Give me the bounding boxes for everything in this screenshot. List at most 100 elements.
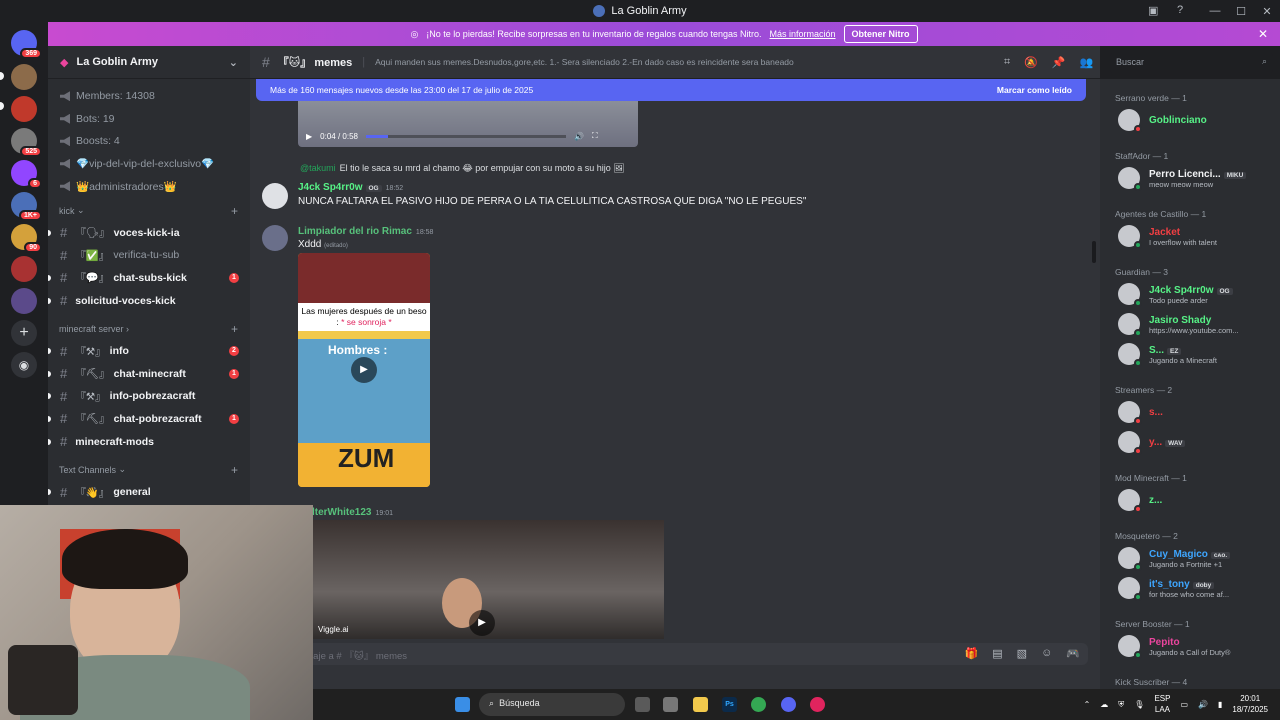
add-channel-icon[interactable]: + — [231, 204, 238, 218]
member-list-icon[interactable]: 👥 — [1080, 56, 1094, 69]
member-row[interactable]: Cuy_Magico ᴄᴀᴏ. Jugando a Fortnite +1 — [1118, 547, 1231, 571]
channel-voces-kick-ia[interactable]: # 『🗣』 voces-kick-ia — [48, 222, 250, 245]
member-row[interactable]: s... — [1118, 401, 1163, 425]
server-icon-2[interactable] — [11, 96, 37, 122]
member-row[interactable]: J4ck Sp4rr0w OG Todo puede arder — [1118, 283, 1233, 307]
message-author[interactable]: J4ck Sp4rr0w — [298, 182, 363, 193]
member-row[interactable]: Jasiro Shady https://www.youtube.com... — [1118, 313, 1239, 337]
member-row[interactable]: S... EZ Jugando a Minecraft — [1118, 343, 1217, 367]
member-row[interactable]: Pepito Jugando a Call of Duty® — [1118, 635, 1230, 659]
server-icon-goblin[interactable]: 1K+ — [11, 192, 42, 221]
search-input[interactable]: Buscar ⌕ — [1110, 53, 1273, 73]
discord-icon[interactable] — [781, 697, 796, 712]
scrollbar-thumb[interactable] — [1092, 241, 1096, 263]
minimize-button[interactable]: — — [1202, 5, 1228, 17]
sticker-icon[interactable]: ▧ — [1017, 647, 1027, 660]
member-row[interactable]: Perro Licenci... MIKU meow meow meow — [1118, 167, 1247, 191]
twitch-server-icon[interactable]: 6 — [11, 160, 42, 189]
server-icon-6[interactable] — [11, 256, 37, 282]
add-channel-icon[interactable]: + — [231, 322, 238, 336]
stat-members[interactable]: Members: 14308 — [48, 85, 250, 108]
discover-icon[interactable]: ◉ — [11, 352, 37, 378]
onedrive-icon[interactable]: ☁ — [1100, 700, 1108, 709]
get-nitro-button[interactable]: Obtener Nitro — [843, 25, 918, 43]
threads-icon[interactable]: ⌗ — [1004, 56, 1010, 69]
play-icon[interactable]: ▶ — [469, 610, 495, 636]
mark-as-read-button[interactable]: Marcar como leído — [997, 85, 1072, 95]
voice-vip[interactable]: 💎vip-del-vip-del-exclusivo💎 — [48, 153, 250, 176]
notifications-muted-icon[interactable]: 🔕 — [1024, 56, 1038, 69]
inbox-icon[interactable]: ▣ — [1148, 4, 1158, 17]
category-minecraft[interactable]: minecraft server › + — [48, 318, 250, 340]
network-icon[interactable]: ▭ — [1180, 700, 1188, 709]
volume-icon[interactable]: 🔊 — [574, 132, 584, 141]
battery-icon[interactable]: ▮ — [1218, 700, 1222, 709]
app-icon[interactable] — [663, 697, 678, 712]
server-icon-3[interactable]: 525 — [11, 128, 42, 157]
member-row[interactable]: Goblinciano — [1118, 109, 1207, 133]
play-icon[interactable]: ▶ — [306, 132, 312, 141]
member-row[interactable]: Jacket I overflow with talent — [1118, 225, 1217, 249]
gif-icon[interactable]: ▤ — [992, 647, 1002, 660]
message-author[interactable]: lterWhite123 — [312, 507, 371, 518]
language-indicator[interactable]: ESP LAA — [1154, 694, 1170, 715]
mic-icon[interactable]: 🎙 — [1134, 700, 1144, 709]
message-author[interactable]: Limpiador del rio Rimac — [298, 226, 412, 237]
pin-icon[interactable]: 📌 — [1052, 56, 1066, 69]
gift-icon[interactable]: 🎁 — [965, 647, 979, 660]
stat-boosts[interactable]: Boosts: 4 — [48, 130, 250, 153]
channel-verifica-tu-sub[interactable]: # 『✅』 verifica-tu-sub — [48, 244, 250, 267]
taskbar-search[interactable]: ⌕ Búsqueda — [479, 693, 625, 716]
member-row[interactable]: it's_tony doby for those who come af... — [1118, 577, 1229, 601]
start-icon[interactable] — [455, 697, 470, 712]
server-icon-7[interactable] — [11, 288, 37, 314]
server-icon-1[interactable] — [11, 64, 37, 90]
channel-chat-subs-kick[interactable]: # 『💬』 chat-subs-kick 1 — [48, 267, 250, 290]
play-icon[interactable]: ▶ — [351, 357, 377, 383]
channel-chat-minecraft[interactable]: # 『⛏』 chat-minecraft 1 — [48, 362, 250, 385]
reply-preview[interactable]: @takumi El tio le saca su mrd al chamo 😂… — [300, 163, 625, 174]
video-attachment[interactable]: ▶ 0:04 / 0:58 🔊 ⛶ — [298, 101, 638, 147]
server-icon-5[interactable]: 90 — [11, 224, 42, 253]
chevron-up-icon[interactable]: ⌃ — [1084, 700, 1091, 709]
help-icon[interactable]: ? — [1177, 4, 1183, 16]
member-row[interactable]: y... WAV — [1118, 431, 1186, 455]
task-view-icon[interactable] — [635, 697, 650, 712]
emoji-icon[interactable]: ☺ — [1041, 647, 1052, 660]
volume-icon[interactable]: 🔊 — [1198, 700, 1208, 709]
server-header[interactable]: ◆ La Goblin Army ⌄ — [48, 46, 250, 79]
voice-admins[interactable]: 👑administradores👑 — [48, 175, 250, 198]
fullscreen-icon[interactable]: ⛶ — [592, 131, 598, 141]
gif-attachment[interactable]: Las mujeres después de un beso : * se so… — [298, 253, 430, 487]
channel-info-pobrezacraft[interactable]: # 『⚒』 info-pobrezacraft — [48, 385, 250, 408]
add-channel-icon[interactable]: + — [231, 463, 238, 477]
activity-icon[interactable]: 🎮 — [1066, 647, 1080, 660]
stat-bots[interactable]: Bots: 19 — [48, 108, 250, 131]
app-icon-red[interactable] — [810, 697, 825, 712]
photoshop-icon[interactable]: Ps — [722, 697, 737, 712]
channel-solicitud-voces-kick[interactable]: # solicitud-voces-kick — [48, 289, 250, 312]
category-text-channels[interactable]: Text Channels ⌄ + — [48, 459, 250, 481]
close-icon[interactable]: ✕ — [1258, 27, 1268, 41]
video-progress-bar[interactable] — [365, 134, 566, 138]
security-icon[interactable]: ⛨ — [1118, 700, 1124, 710]
maximize-button[interactable]: ☐ — [1228, 5, 1254, 18]
video-attachment[interactable]: Viggle.ai ▶ — [312, 520, 664, 639]
close-window-button[interactable]: ✕ — [1254, 5, 1280, 18]
avatar[interactable] — [262, 225, 288, 251]
channel-minecraft-mods[interactable]: # minecraft-mods — [48, 430, 250, 453]
avatar[interactable] — [262, 183, 288, 209]
clock[interactable]: 20:01 18/7/2025 — [1232, 694, 1268, 715]
channel-info[interactable]: # 『⚒』 info 2 — [48, 340, 250, 363]
nitro-more-info-link[interactable]: Más información — [770, 29, 836, 39]
channel-general[interactable]: # 『👋』 general — [48, 481, 250, 504]
category-kick[interactable]: kick ⌄ + — [48, 200, 250, 222]
new-messages-bar[interactable]: Más de 160 mensajes nuevos desde las 23:… — [256, 79, 1086, 101]
add-server-icon[interactable]: + — [11, 320, 37, 346]
file-explorer-icon[interactable] — [693, 697, 708, 712]
channel-chat-pobrezacraft[interactable]: # 『⛏』 chat-pobrezacraft 1 — [48, 408, 250, 431]
direct-messages-button[interactable]: 369 — [11, 30, 42, 59]
member-row[interactable]: z... — [1118, 489, 1162, 513]
chrome-icon[interactable] — [751, 697, 766, 712]
channel-topic[interactable]: Aqui manden sus memes.Desnudos,gore,etc.… — [375, 57, 794, 67]
